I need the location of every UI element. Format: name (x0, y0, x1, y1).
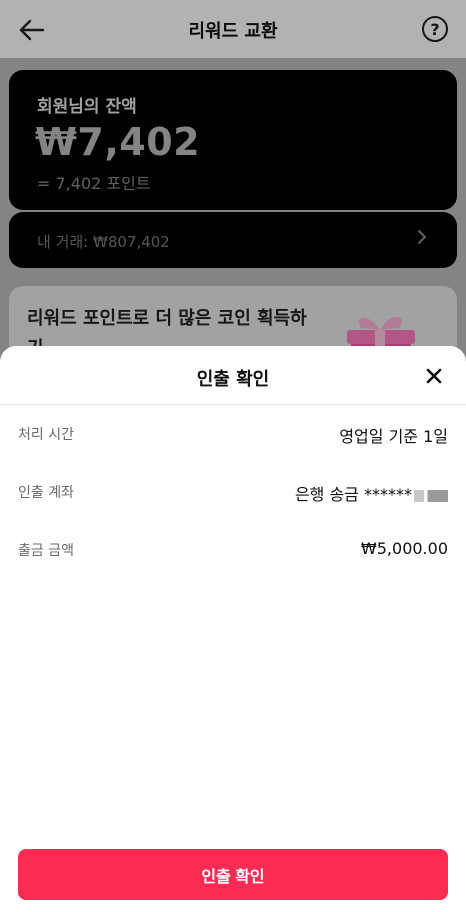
withdraw-confirm-sheet: 인출 확인 처리 시간 영업일 기준 1일 인출 계좌 은행 송금 ******… (0, 346, 466, 912)
processing-time-row: 처리 시간 영업일 기준 1일 (18, 422, 448, 446)
close-icon (426, 368, 442, 384)
redacted-account (414, 489, 448, 502)
row-value: 영업일 기준 1일 (339, 427, 448, 446)
row-value: ₩5,000.00 (360, 539, 448, 558)
confirm-withdraw-button[interactable]: 인출 확인 (18, 849, 448, 900)
row-label: 처리 시간 (18, 427, 74, 443)
divider (0, 404, 466, 405)
account-value: 은행 송금 ****** (294, 485, 412, 504)
row-label: 인출 계좌 (18, 485, 74, 501)
sheet-title: 인출 확인 (196, 369, 270, 390)
withdraw-amount-row: 출금 금액 ₩5,000.00 (18, 538, 448, 562)
row-value-wrap: 은행 송금 ****** (295, 481, 448, 505)
withdraw-account-row: 인출 계좌 은행 송금 ****** (18, 480, 448, 504)
close-button[interactable] (424, 366, 444, 386)
row-label: 출금 금액 (18, 543, 74, 559)
